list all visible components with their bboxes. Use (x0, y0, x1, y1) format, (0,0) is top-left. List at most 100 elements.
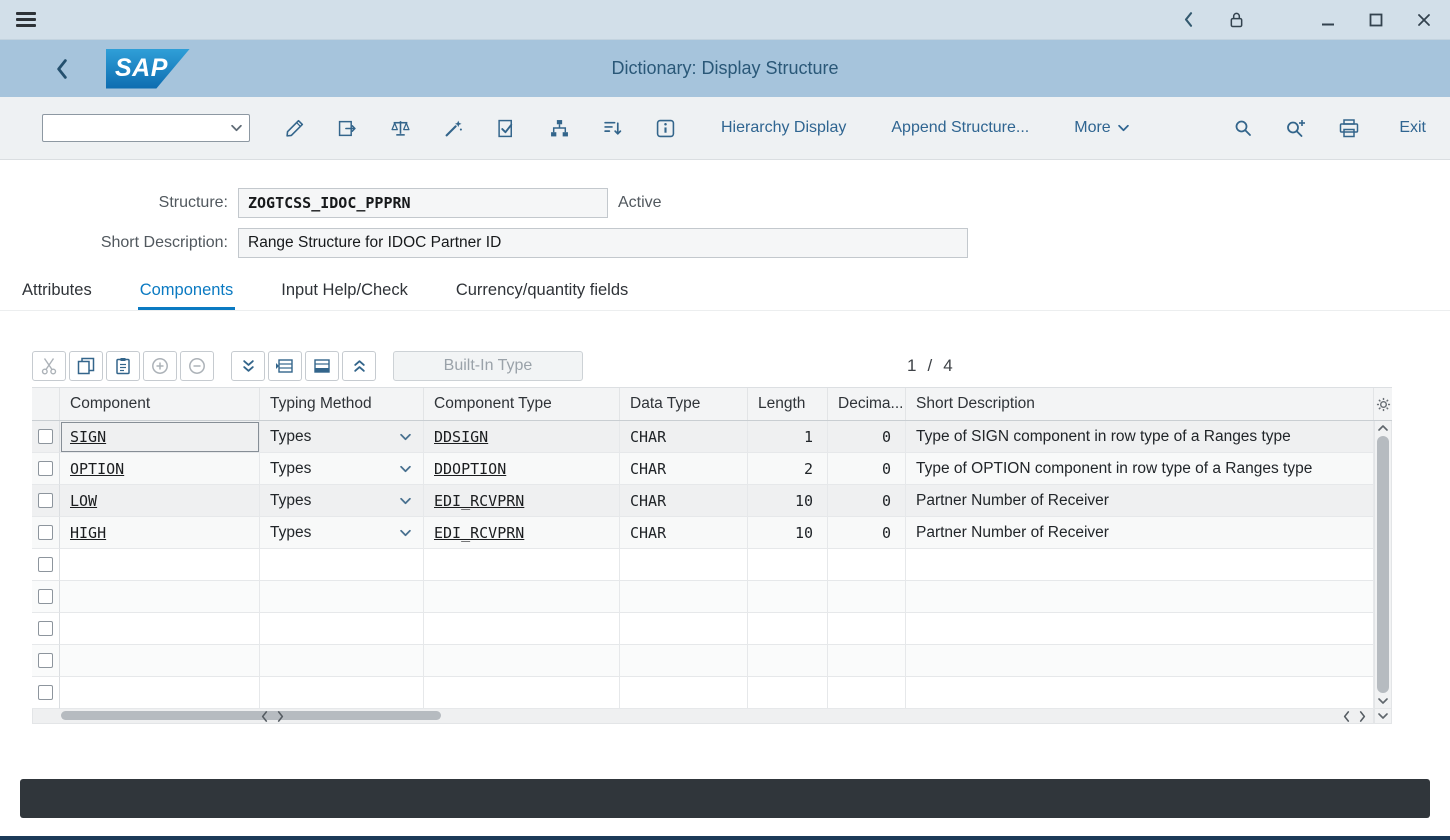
vertical-scrollbar[interactable] (1374, 421, 1392, 709)
insert-row-icon (276, 357, 294, 375)
exit-button[interactable]: Exit (1399, 119, 1426, 137)
component-link[interactable]: SIGN (70, 428, 106, 446)
header-length[interactable]: Length (748, 388, 828, 420)
horizontal-scrollbar[interactable] (32, 709, 1374, 724)
row-checkbox[interactable] (38, 589, 53, 604)
typing-method-select[interactable] (260, 613, 424, 645)
maximize-icon[interactable] (1366, 10, 1386, 30)
horizontal-scroll-thumb[interactable] (61, 711, 441, 720)
component-type-link[interactable]: EDI_RCVPRN (434, 492, 524, 510)
command-field[interactable] (42, 114, 250, 142)
typing-method-select[interactable] (260, 549, 424, 581)
app-toolbar: Hierarchy Display Append Structure... Mo… (0, 97, 1450, 160)
row-checkbox[interactable] (38, 557, 53, 572)
header-short-description[interactable]: Short Description (906, 388, 1374, 420)
system-bar (0, 0, 1450, 40)
components-table: Component Typing Method Component Type D… (32, 387, 1392, 724)
structure-field[interactable]: ZOGTCSS_IDOC_PPPRN (238, 188, 608, 218)
table-header: Component Typing Method Component Type D… (32, 387, 1392, 421)
short-description-field[interactable]: Range Structure for IDOC Partner ID (238, 228, 968, 258)
decimals-cell: 0 (828, 485, 906, 517)
scroll-up-icon[interactable] (1378, 424, 1388, 432)
menu-icon[interactable] (16, 12, 36, 27)
component-link[interactable]: HIGH (70, 524, 106, 542)
typing-method-select[interactable]: Types (260, 517, 424, 549)
close-icon[interactable] (1414, 10, 1434, 30)
edit-icon[interactable] (283, 117, 305, 139)
append-structure-button[interactable]: Append Structure... (891, 119, 1029, 137)
scroll-left-icon[interactable] (1343, 711, 1350, 722)
length-cell: 2 (748, 453, 828, 485)
typing-method-select[interactable] (260, 581, 424, 613)
tab-components[interactable]: Components (138, 274, 236, 310)
back-chevron-icon[interactable] (56, 59, 70, 79)
typing-method-select[interactable]: Types (260, 453, 424, 485)
hierarchy-display-button[interactable]: Hierarchy Display (721, 119, 846, 137)
remove-row-button[interactable] (180, 351, 214, 381)
component-type-link[interactable]: DDOPTION (434, 460, 506, 478)
compare-scales-icon[interactable] (389, 117, 411, 139)
scroll-left-icon[interactable] (261, 711, 268, 722)
chevron-down-icon (400, 529, 411, 537)
tab-input-help-check[interactable]: Input Help/Check (279, 274, 410, 310)
row-checkbox[interactable] (38, 525, 53, 540)
built-in-type-button[interactable]: Built-In Type (393, 351, 583, 381)
decimals-cell: 0 (828, 421, 906, 453)
minimize-icon[interactable] (1318, 10, 1338, 30)
typing-method-select[interactable] (260, 677, 424, 709)
row-checkbox[interactable] (38, 621, 53, 636)
scroll-right-icon[interactable] (277, 711, 284, 722)
search-icon[interactable] (1232, 117, 1254, 139)
cut-button[interactable] (32, 351, 66, 381)
table-settings-button[interactable] (1374, 388, 1392, 420)
row-checkbox[interactable] (38, 653, 53, 668)
search-plus-icon[interactable] (1285, 117, 1307, 139)
insert-row-button[interactable] (268, 351, 302, 381)
add-row-button[interactable] (143, 351, 177, 381)
tab-attributes[interactable]: Attributes (20, 274, 94, 310)
command-input[interactable] (49, 120, 231, 136)
row-checkbox[interactable] (38, 493, 53, 508)
typing-method-select[interactable] (260, 645, 424, 677)
paste-button[interactable] (106, 351, 140, 381)
back-icon[interactable] (1178, 10, 1198, 30)
row-checkbox[interactable] (38, 461, 53, 476)
row-checkbox[interactable] (38, 429, 53, 444)
expand-button[interactable] (231, 351, 265, 381)
select-all-header[interactable] (32, 388, 60, 420)
row-checkbox[interactable] (38, 685, 53, 700)
scroll-down-icon[interactable] (1378, 697, 1388, 705)
table-row-empty (32, 549, 1374, 581)
more-button[interactable]: More (1074, 119, 1128, 137)
sort-icon[interactable] (601, 117, 623, 139)
header-component[interactable]: Component (60, 388, 260, 420)
print-icon[interactable] (1338, 117, 1360, 139)
chevron-down-icon[interactable] (231, 124, 242, 132)
header-data-type[interactable]: Data Type (620, 388, 748, 420)
short-description-cell: Type of OPTION component in row type of … (906, 453, 1374, 485)
scroll-down-icon[interactable] (1378, 712, 1388, 720)
component-type-link[interactable]: EDI_RCVPRN (434, 524, 524, 542)
header-typing-method[interactable]: Typing Method (260, 388, 424, 420)
append-row-button[interactable] (305, 351, 339, 381)
lock-icon[interactable] (1226, 10, 1246, 30)
check-document-icon[interactable] (495, 117, 517, 139)
component-type-link[interactable]: DDSIGN (434, 428, 488, 446)
header-decimals[interactable]: Decima... (828, 388, 906, 420)
magic-wand-icon[interactable] (442, 117, 464, 139)
tab-currency-quantity-fields[interactable]: Currency/quantity fields (454, 274, 630, 310)
component-link[interactable]: OPTION (70, 460, 124, 478)
typing-method-select[interactable]: Types (260, 485, 424, 517)
hierarchy-icon[interactable] (548, 117, 570, 139)
copy-button[interactable] (69, 351, 103, 381)
plus-circle-icon (151, 357, 169, 375)
collapse-button[interactable] (342, 351, 376, 381)
typing-method-select[interactable]: Types (260, 421, 424, 453)
header-component-type[interactable]: Component Type (424, 388, 620, 420)
refresh-icon[interactable] (336, 117, 358, 139)
scroll-right-icon[interactable] (1359, 711, 1366, 722)
vertical-scroll-thumb[interactable] (1377, 436, 1389, 693)
scrollbar-corner[interactable] (1374, 709, 1392, 724)
component-link[interactable]: LOW (70, 492, 97, 510)
info-icon[interactable] (654, 117, 676, 139)
